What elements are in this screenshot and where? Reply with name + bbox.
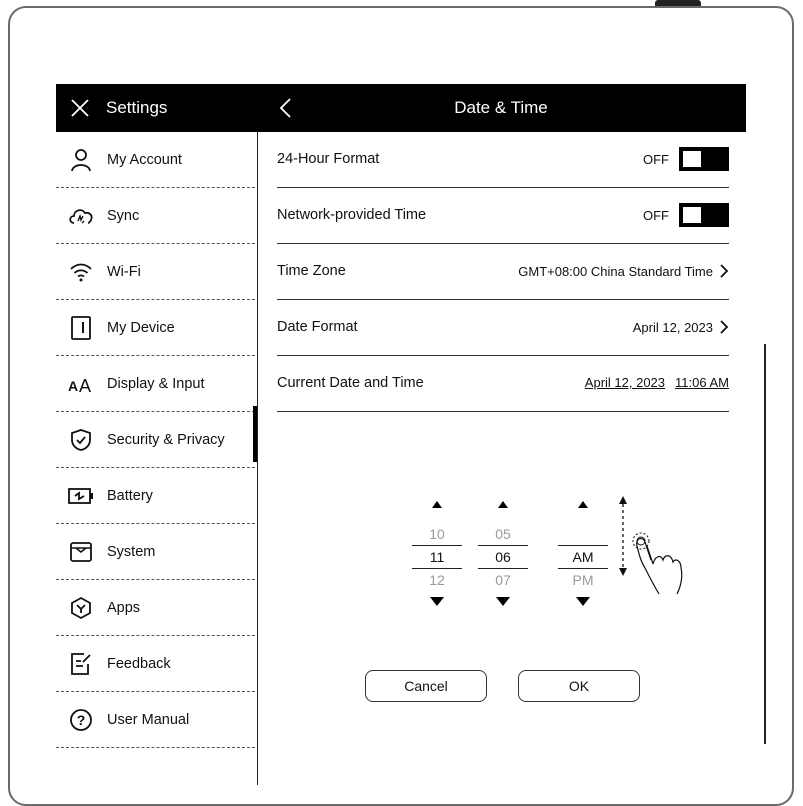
svg-text:?: ?: [77, 712, 86, 728]
setting-network-time[interactable]: Network-provided Time OFF: [277, 188, 729, 244]
sidebar-item-my-device[interactable]: My Device: [56, 300, 255, 356]
setting-date-format[interactable]: Date Format April 12, 2023: [277, 300, 729, 356]
device-power-button: [655, 0, 701, 6]
sidebar-item-sync[interactable]: Sync: [56, 188, 255, 244]
sidebar-item-apps[interactable]: Apps: [56, 580, 255, 636]
sidebar-item-label: Display & Input: [107, 375, 205, 392]
sidebar-item-system[interactable]: System: [56, 524, 255, 580]
ampm-picker[interactable]: AM PM: [558, 501, 608, 606]
arrow-down-icon[interactable]: [576, 597, 590, 606]
sidebar-item-my-account[interactable]: My Account: [56, 132, 255, 188]
arrow-up-icon[interactable]: [578, 501, 588, 508]
current-date-value[interactable]: April 12, 2023: [585, 375, 665, 390]
shield-check-icon: [68, 427, 94, 453]
current-time-value[interactable]: 11:06 AM: [675, 375, 729, 390]
feedback-icon: [68, 651, 94, 677]
hour-picker[interactable]: 10 11 12: [412, 501, 462, 606]
settings-title: Settings: [106, 98, 168, 117]
svg-text:A: A: [79, 376, 91, 394]
arrow-down-icon[interactable]: [430, 597, 444, 606]
minute-next: 07: [495, 572, 511, 588]
toggle-state-label: OFF: [643, 151, 669, 167]
swipe-gesture-icon: [619, 496, 683, 595]
header-bar: Settings Date & Time: [56, 84, 746, 132]
close-icon[interactable]: [68, 96, 92, 120]
sidebar-item-label: System: [107, 543, 156, 560]
toggle-state-label: OFF: [643, 207, 669, 223]
sidebar: My Account Sync Wi-Fi My Device AA Displ…: [56, 132, 258, 785]
sidebar-item-user-manual[interactable]: ? User Manual: [56, 692, 255, 748]
arrow-down-icon[interactable]: [496, 597, 510, 606]
svg-text:A: A: [68, 378, 78, 394]
apps-icon: [68, 595, 94, 621]
sidebar-item-security-privacy[interactable]: Security & Privacy: [56, 412, 255, 468]
sidebar-item-battery[interactable]: Battery: [56, 468, 255, 524]
sidebar-item-wifi[interactable]: Wi-Fi: [56, 244, 255, 300]
scrollbar[interactable]: [764, 344, 766, 744]
cancel-button[interactable]: Cancel: [365, 670, 487, 702]
sidebar-item-display-input[interactable]: AA Display & Input: [56, 356, 255, 412]
setting-label: 24-Hour Format: [277, 151, 380, 167]
help-icon: ?: [68, 707, 94, 733]
system-icon: [68, 539, 94, 565]
back-chevron-icon[interactable]: [276, 96, 296, 120]
ampm-next: PM: [572, 572, 594, 588]
sidebar-item-label: Security & Privacy: [107, 431, 225, 448]
sidebar-item-label: Wi-Fi: [107, 263, 141, 280]
sidebar-item-label: Feedback: [107, 655, 171, 672]
person-icon: [68, 147, 94, 173]
arrow-up-icon[interactable]: [432, 501, 442, 508]
sidebar-item-label: Apps: [107, 599, 141, 616]
date-format-value: April 12, 2023: [632, 319, 713, 335]
sidebar-item-label: Battery: [107, 487, 153, 504]
sidebar-item-label: My Account: [107, 151, 182, 168]
sidebar-item-label: Sync: [107, 207, 140, 224]
cloud-sync-icon: [68, 203, 94, 229]
time-zone-value: GMT+08:00 China Standard Time: [518, 263, 713, 279]
minute-selected: 06: [478, 545, 528, 569]
battery-icon: [68, 483, 94, 509]
minute-picker[interactable]: 05 06 07: [478, 501, 528, 606]
ampm-prev: [558, 523, 608, 545]
setting-label: Current Date and Time: [277, 375, 424, 391]
setting-time-zone[interactable]: Time Zone GMT+08:00 China Standard Time: [277, 244, 729, 300]
chevron-right-icon: [720, 264, 729, 278]
setting-24-hour-format[interactable]: 24-Hour Format OFF: [277, 132, 729, 188]
sidebar-item-label: User Manual: [107, 711, 190, 728]
settings-screen: Settings Date & Time My Account Sync Wi-…: [56, 84, 746, 785]
device-icon: [68, 315, 94, 341]
sidebar-item-label: My Device: [107, 319, 175, 336]
ok-button[interactable]: OK: [518, 670, 640, 702]
network-time-toggle[interactable]: [679, 203, 729, 227]
hour-selected: 11: [412, 545, 462, 569]
sidebar-active-indicator: [253, 406, 257, 462]
chevron-right-icon: [720, 320, 729, 334]
hour-format-toggle[interactable]: [679, 147, 729, 171]
arrow-up-icon[interactable]: [498, 501, 508, 508]
setting-label: Date Format: [277, 319, 358, 335]
hour-prev: 10: [429, 526, 445, 542]
hour-next: 12: [429, 572, 445, 588]
minute-prev: 05: [495, 526, 511, 542]
ampm-selected: AM: [558, 545, 608, 569]
page-title: Date & Time: [454, 98, 548, 117]
setting-label: Time Zone: [277, 263, 346, 279]
sidebar-item-feedback[interactable]: Feedback: [56, 636, 255, 692]
setting-label: Network-provided Time: [277, 207, 427, 223]
text-size-icon: AA: [68, 371, 94, 397]
wifi-icon: [68, 259, 94, 285]
setting-current-date-time: Current Date and Time April 12, 2023 11:…: [277, 356, 729, 412]
